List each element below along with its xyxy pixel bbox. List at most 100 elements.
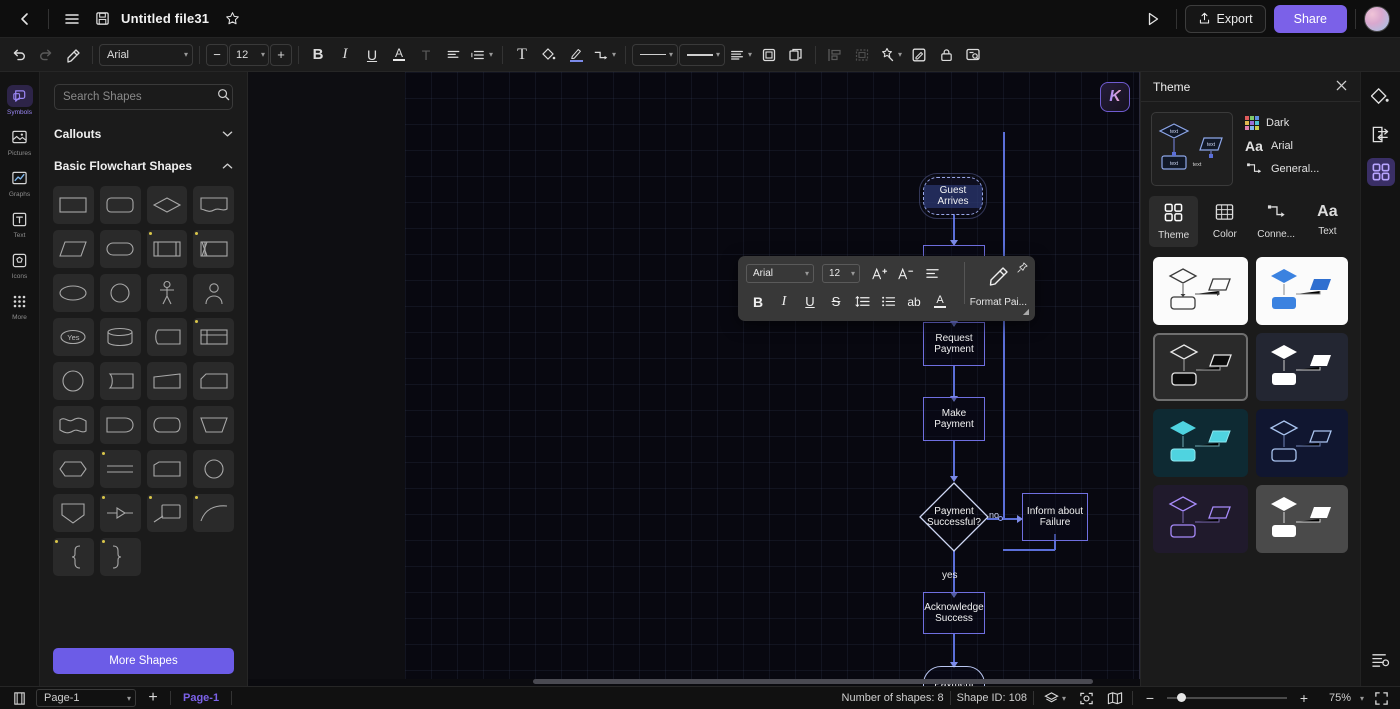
shape-group-callouts[interactable]: Callouts — [40, 118, 247, 150]
comment-search-icon[interactable] — [960, 42, 986, 68]
zoom-in-button[interactable]: + — [1293, 689, 1315, 707]
shape-group-basic-flowchart[interactable]: Basic Flowchart Shapes — [40, 150, 247, 182]
fullscreen-icon[interactable] — [1370, 689, 1392, 707]
sidebar-item-symbols[interactable]: Symbols — [2, 80, 38, 119]
format-painter-icon[interactable] — [60, 42, 86, 68]
connector-icon[interactable]: ▾ — [590, 42, 619, 68]
settings-list-icon[interactable] — [1367, 646, 1395, 674]
shape-left-brace[interactable] — [53, 538, 94, 576]
float-font-color-button[interactable]: A — [928, 290, 952, 313]
shape-table[interactable] — [193, 318, 234, 356]
shape-decision-diamond[interactable] — [146, 186, 188, 224]
hamburger-menu-icon[interactable] — [57, 5, 87, 33]
shape-right-brace[interactable] — [99, 538, 141, 576]
float-font-family-select[interactable]: Arial ▾ — [746, 264, 814, 283]
play-triangle-icon[interactable] — [1138, 5, 1168, 33]
float-underline-button[interactable]: U — [798, 290, 822, 313]
theme-card-white-outline[interactable] — [1153, 257, 1248, 325]
zoom-slider-knob[interactable] — [1176, 693, 1186, 702]
shape-circle-outline[interactable] — [53, 362, 94, 400]
chevron-down-icon[interactable]: ▾ — [1360, 694, 1364, 703]
tab-color[interactable]: Color — [1200, 196, 1249, 247]
layers-icon[interactable]: ▾ — [726, 42, 755, 68]
shape-circle[interactable] — [99, 274, 141, 312]
more-shapes-button[interactable]: More Shapes — [53, 648, 234, 674]
align-objects-icon[interactable] — [822, 42, 848, 68]
edge-label-no[interactable]: no — [989, 510, 999, 520]
fill-bucket-icon[interactable] — [1367, 82, 1395, 110]
float-bullet-list-icon[interactable] — [876, 290, 900, 313]
canvas[interactable]: Guest Arrives Request Payment Make Payme… — [248, 72, 1140, 686]
theme-card-white-blue[interactable] — [1256, 257, 1348, 325]
edit-pencil-icon[interactable] — [906, 42, 932, 68]
close-icon[interactable] — [1335, 79, 1348, 95]
sidebar-item-graphs[interactable]: Graphs — [2, 162, 38, 201]
shape-stored-data[interactable] — [99, 362, 141, 400]
shape-manual-input[interactable] — [146, 450, 188, 488]
swap-panel-icon[interactable] — [1367, 120, 1395, 148]
shape-curve-arc[interactable] — [193, 494, 234, 532]
group-icon[interactable] — [849, 42, 875, 68]
shape-internal-storage[interactable] — [193, 230, 234, 268]
shape-parallel-lines[interactable] — [99, 450, 141, 488]
italic-button[interactable]: I — [332, 42, 358, 68]
page-tab-page-1[interactable]: Page-1 — [177, 692, 225, 704]
shape-cut-corner-rect[interactable] — [193, 362, 234, 400]
tab-text[interactable]: Aa Text — [1303, 196, 1352, 247]
copy-icon[interactable] — [783, 42, 809, 68]
fill-bucket-icon[interactable] — [536, 42, 562, 68]
theme-property-connector[interactable]: General... — [1245, 162, 1319, 175]
shape-document-wave[interactable] — [193, 186, 234, 224]
sidebar-item-pictures[interactable]: Pictures — [2, 121, 38, 160]
line-weight-select[interactable]: ▾ — [679, 43, 726, 66]
shape-user-bust[interactable] — [193, 274, 234, 312]
duplicate-icon[interactable] — [756, 42, 782, 68]
tab-connector[interactable]: Conne... — [1252, 196, 1301, 247]
node-payment-successful-decision[interactable]: Payment Successful? — [919, 482, 989, 552]
float-strikethrough-button[interactable]: S — [824, 290, 848, 313]
theme-preview-diagram[interactable]: text text text text — [1151, 112, 1233, 186]
shape-delay[interactable] — [99, 406, 141, 444]
shape-yes-oval[interactable]: Yes — [53, 318, 94, 356]
underline-button[interactable]: U — [359, 42, 385, 68]
star-icon[interactable] — [217, 5, 247, 33]
theme-card-navy-outline[interactable] — [1256, 409, 1348, 477]
connector-line[interactable] — [953, 441, 955, 481]
font-color-button[interactable]: A — [386, 42, 412, 68]
node-make-payment[interactable]: Make Payment — [923, 397, 985, 441]
search-input[interactable] — [63, 91, 217, 103]
float-italic-button[interactable]: I — [772, 290, 796, 313]
font-size-select[interactable]: 12 ▾ — [229, 43, 269, 66]
insert-text-button[interactable]: T — [509, 42, 535, 68]
float-highlight-button[interactable]: ab — [902, 290, 926, 313]
document-title[interactable]: Untitled file31 — [121, 11, 209, 26]
line-spacing-icon[interactable]: ▾ — [467, 42, 496, 68]
lock-icon[interactable] — [933, 42, 959, 68]
shape-card[interactable] — [146, 318, 188, 356]
brush-icon[interactable] — [563, 42, 589, 68]
resize-handle-icon[interactable]: ◢ — [1023, 307, 1029, 316]
shape-hexagon-preparation[interactable] — [53, 450, 94, 488]
add-page-button[interactable]: + — [142, 689, 164, 707]
node-guest-arrives[interactable]: Guest Arrives — [919, 173, 987, 219]
float-align-icon[interactable] — [920, 262, 944, 285]
node-inform-about-failure[interactable]: Inform about Failure — [1022, 493, 1088, 541]
search-box[interactable] — [54, 84, 233, 110]
layers-icon[interactable]: ▾ — [1040, 689, 1070, 707]
connector-loop-vertical[interactable] — [1003, 132, 1005, 518]
theme-card-teal-fill[interactable] — [1153, 409, 1248, 477]
sidebar-item-icons[interactable]: Icons — [2, 244, 38, 283]
theme-property-font[interactable]: Aa Arial — [1245, 138, 1319, 154]
page-select[interactable]: Page-1 ▾ — [36, 689, 136, 707]
connector-loop-bottom[interactable] — [1003, 549, 1055, 551]
share-button[interactable]: Share — [1273, 4, 1347, 33]
edge-label-yes[interactable]: yes — [942, 570, 958, 581]
shape-connector-circle[interactable] — [193, 450, 234, 488]
shape-merge-arrow[interactable] — [99, 494, 141, 532]
canvas-page[interactable]: Guest Arrives Request Payment Make Payme… — [405, 72, 1140, 686]
align-left-icon[interactable] — [440, 42, 466, 68]
export-button[interactable]: Export — [1184, 4, 1266, 33]
mini-map-icon[interactable] — [1104, 689, 1126, 707]
shape-extract-pentagon[interactable] — [53, 494, 94, 532]
shape-predefined-process[interactable] — [146, 230, 188, 268]
